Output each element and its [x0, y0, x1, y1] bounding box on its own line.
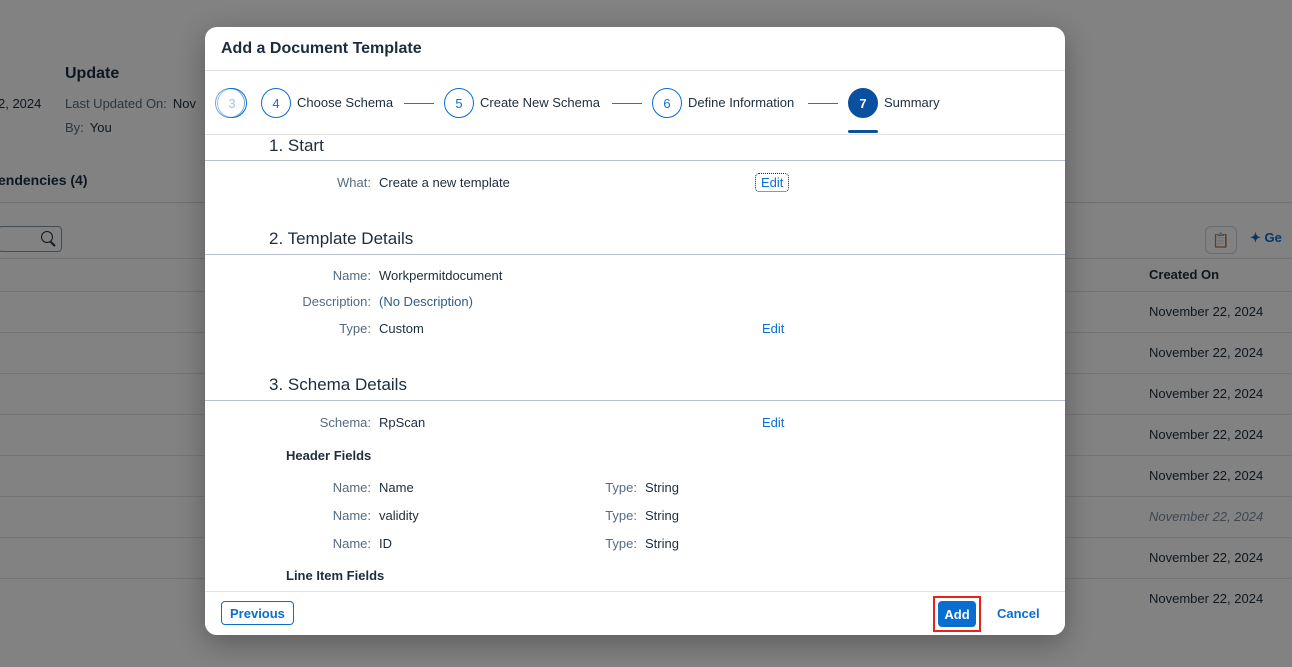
summary-content[interactable]: 1. Start What: Create a new template Edi… [205, 135, 1065, 591]
active-step-indicator [848, 130, 878, 133]
previous-button[interactable]: Previous [221, 601, 294, 625]
field-name-label: Name: [332, 508, 371, 523]
description-label: Description: [302, 294, 371, 309]
step-4-circle[interactable]: 4 [261, 88, 291, 118]
field-type-value: String [645, 508, 679, 523]
step-separator [404, 103, 434, 104]
line-item-fields-title: Line Item Fields [286, 568, 385, 583]
description-value: (No Description) [379, 294, 473, 309]
add-document-template-dialog: Add a Document Template 3 4 Choose Schem… [205, 27, 1065, 635]
name-label: Name: [332, 268, 371, 283]
section-divider [205, 160, 1065, 161]
dialog-footer: Previous Add Cancel [205, 591, 1065, 635]
step-3-ring [215, 88, 245, 118]
cancel-button[interactable]: Cancel [997, 606, 1040, 621]
field-name-value: Name [379, 480, 414, 495]
field-name-value: validity [379, 508, 419, 523]
edit-start-link[interactable]: Edit [755, 173, 790, 192]
section-template-details-title: 2. Template Details [269, 229, 414, 248]
section-divider [205, 254, 1065, 255]
edit-template-details-link[interactable]: Edit [762, 321, 784, 336]
step-4-label[interactable]: Choose Schema [297, 95, 393, 110]
field-type-value: String [645, 480, 679, 495]
schema-value: RpScan [379, 415, 426, 430]
template-name-value: Workpermitdocument [379, 268, 503, 283]
field-name-label: Name: [332, 536, 371, 551]
section-divider [205, 400, 1065, 401]
field-type-label: Type: [605, 536, 637, 551]
step-separator [808, 103, 838, 104]
step-5-label[interactable]: Create New Schema [480, 95, 600, 110]
field-type-label: Type: [605, 480, 637, 495]
step-7-label[interactable]: Summary [884, 95, 940, 110]
what-label: What: [337, 175, 371, 190]
step-6-label[interactable]: Define Information [688, 95, 794, 110]
add-button[interactable]: Add [938, 601, 976, 627]
field-name-value: ID [379, 536, 392, 551]
step-5-circle[interactable]: 5 [444, 88, 474, 118]
header-fields-title: Header Fields [286, 448, 372, 463]
step-6-circle[interactable]: 6 [652, 88, 682, 118]
field-type-label: Type: [605, 508, 637, 523]
step-7-circle[interactable]: 7 [848, 88, 878, 118]
step-separator [612, 103, 642, 104]
type-value: Custom [379, 321, 424, 336]
what-value: Create a new template [379, 175, 510, 190]
type-label: Type: [339, 321, 371, 336]
schema-label: Schema: [319, 415, 371, 430]
section-start-title: 1. Start [269, 136, 324, 155]
section-schema-details-title: 3. Schema Details [269, 375, 407, 394]
wizard-stepper: 3 4 Choose Schema 5 Create New Schema 6 … [205, 71, 1065, 133]
dialog-title: Add a Document Template [221, 40, 422, 57]
field-type-value: String [645, 536, 679, 551]
field-name-label: Name: [332, 480, 371, 495]
edit-schema-link[interactable]: Edit [762, 415, 784, 430]
